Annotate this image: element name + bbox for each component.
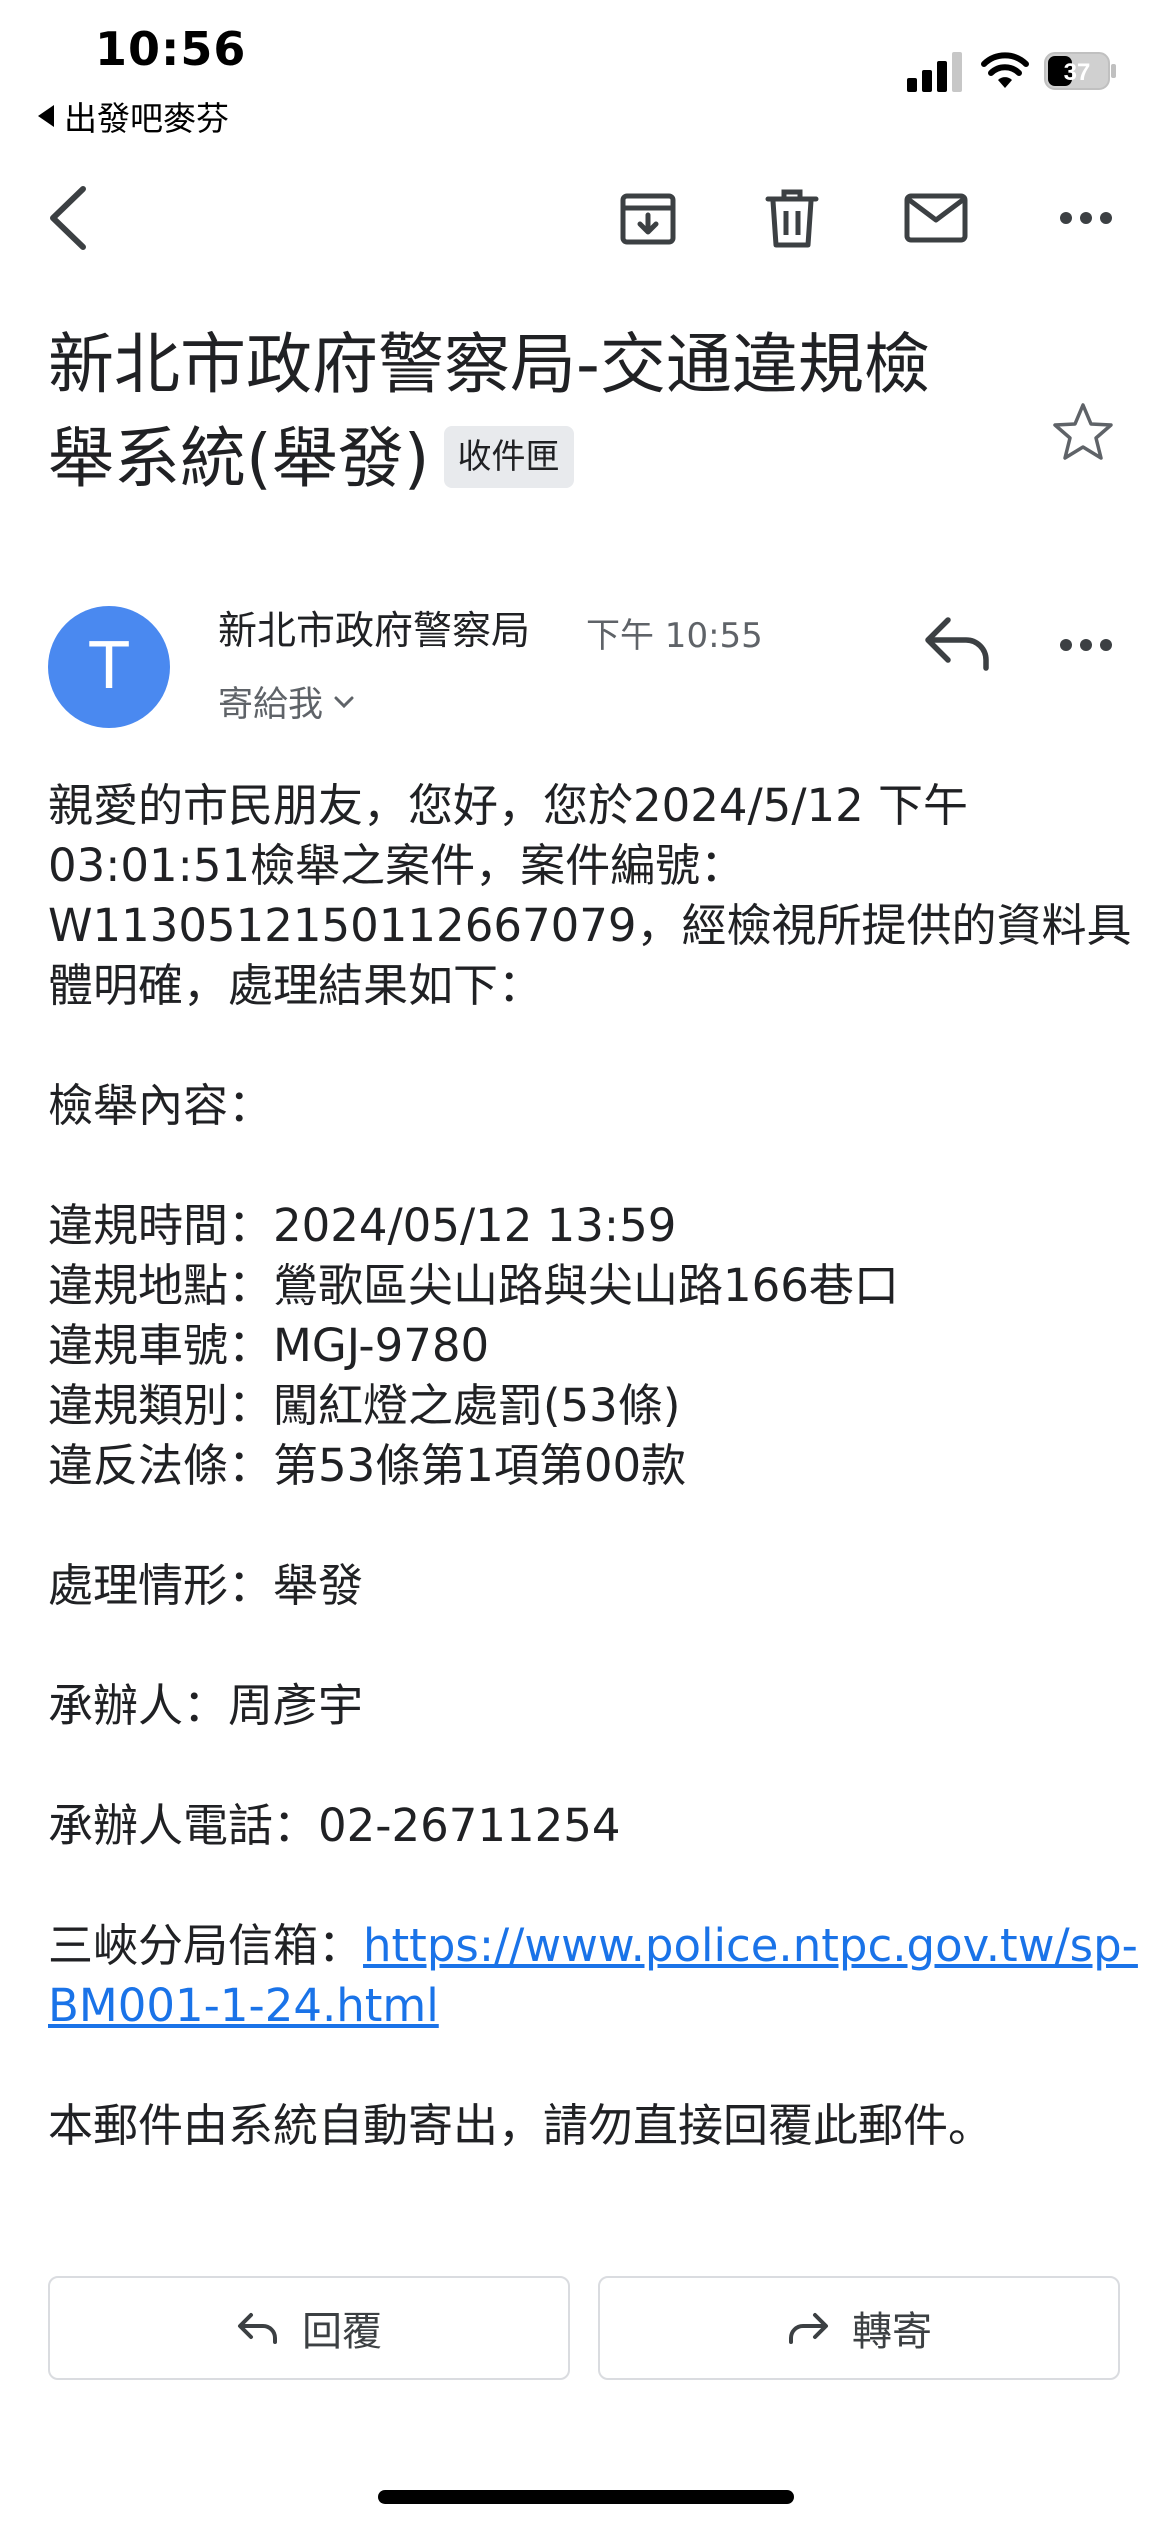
cellular-signal-icon [907, 52, 962, 92]
back-to-app-link[interactable]: 出發吧麥芬 [38, 92, 229, 140]
body-greeting: 親愛的市民朋友，您好，您於2024/5/12 下午03:01:51檢舉之案件，案… [48, 779, 1132, 1012]
star-icon[interactable] [1050, 400, 1116, 466]
more-icon[interactable] [1048, 180, 1124, 256]
body-handler-phone: 承辦人電話：02-26711254 [48, 1799, 621, 1852]
body-mailbox: 三峽分局信箱：https://www.police.ntpc.gov.tw/sp… [48, 1916, 1138, 2036]
back-triangle-icon [38, 105, 54, 127]
forward-arrow-icon [789, 2313, 828, 2344]
battery-level: 37 [1064, 59, 1091, 86]
reply-arrow-icon [238, 2313, 277, 2344]
sent-time: 下午 10:55 [586, 616, 763, 656]
back-arrow-icon[interactable] [30, 180, 106, 256]
body-status: 處理情形：舉發 [48, 1559, 364, 1612]
email-subject: 新北市政府警察局-交通違規檢舉系統(舉發) 收件匣 [48, 318, 948, 506]
detail-law-article: 違反法條：第53條第1項第00款 [48, 1439, 687, 1492]
recipient-details-toggle[interactable]: 寄給我 [218, 676, 355, 727]
wifi-icon [981, 52, 1029, 88]
detail-violation-type: 違規類別：闖紅燈之處罰(53條) [48, 1379, 681, 1432]
reply-icon[interactable] [920, 610, 996, 676]
sender-name: 新北市政府警察局 [218, 609, 531, 654]
mailbox-label: 三峽分局信箱： [48, 1919, 364, 1972]
body-section-title: 檢舉內容： [48, 1079, 274, 1132]
forward-button-label: 轉寄 [852, 2309, 932, 2355]
detail-plate-number: 違規車號：MGJ-9780 [48, 1319, 490, 1372]
reply-button[interactable]: 回覆 [48, 2276, 570, 2380]
mail-icon[interactable] [898, 180, 974, 256]
archive-icon[interactable] [610, 180, 686, 256]
status-time: 10:56 [95, 22, 247, 76]
reply-button-label: 回覆 [302, 2309, 382, 2355]
message-more-icon[interactable] [1058, 620, 1114, 670]
detail-violation-location: 違規地點：鶯歌區尖山路與尖山路166巷口 [48, 1259, 899, 1312]
email-body: 親愛的市民朋友，您好，您於2024/5/12 下午03:01:51檢舉之案件，案… [48, 776, 1138, 2156]
body-handler: 承辦人：周彥宇 [48, 1679, 364, 1732]
detail-violation-time: 違規時間：2024/05/12 13:59 [48, 1199, 677, 1252]
inbox-label-chip[interactable]: 收件匣 [443, 425, 574, 488]
back-app-label: 出發吧麥芬 [64, 99, 229, 138]
forward-button[interactable]: 轉寄 [598, 2276, 1120, 2380]
battery-icon: 37 [1044, 52, 1116, 90]
home-indicator[interactable] [378, 2490, 794, 2504]
recipient-label: 寄給我 [218, 685, 324, 725]
body-footer-note: 本郵件由系統自動寄出，請勿直接回覆此郵件。 [48, 2099, 994, 2152]
trash-icon[interactable] [754, 180, 830, 256]
sender-avatar[interactable]: T [48, 606, 170, 728]
chevron-down-icon [334, 696, 354, 708]
